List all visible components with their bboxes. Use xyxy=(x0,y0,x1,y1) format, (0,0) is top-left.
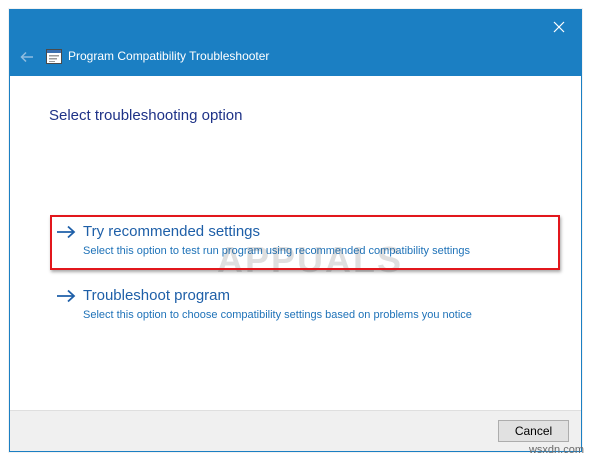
option-description: Select this option to choose compatibili… xyxy=(83,309,472,321)
page-heading: Select troubleshooting option xyxy=(49,107,243,124)
right-arrow-icon xyxy=(57,225,76,239)
right-arrow-icon xyxy=(57,289,76,303)
troubleshooter-window: Program Compatibility Troubleshooter Sel… xyxy=(9,9,582,452)
content-area: Select troubleshooting option Try recomm… xyxy=(10,76,581,410)
back-button[interactable] xyxy=(16,46,38,68)
close-button[interactable] xyxy=(547,16,571,38)
back-arrow-icon xyxy=(20,51,33,63)
cancel-button[interactable]: Cancel xyxy=(498,420,569,442)
title-bar: Program Compatibility Troubleshooter xyxy=(10,10,581,76)
troubleshoot-program-option[interactable]: Troubleshoot program Select this option … xyxy=(54,286,534,326)
close-icon xyxy=(553,21,565,33)
footer-bar: Cancel xyxy=(10,410,581,451)
option-description: Select this option to test run program u… xyxy=(83,245,471,257)
option-title: Troubleshoot program xyxy=(83,287,231,304)
try-recommended-settings-option[interactable]: Try recommended settings Select this opt… xyxy=(54,222,534,262)
window-title: Program Compatibility Troubleshooter xyxy=(68,49,270,63)
troubleshooter-app-icon xyxy=(46,49,62,64)
option-title: Try recommended settings xyxy=(83,223,261,240)
site-watermark: wsxdn.com xyxy=(528,444,584,456)
